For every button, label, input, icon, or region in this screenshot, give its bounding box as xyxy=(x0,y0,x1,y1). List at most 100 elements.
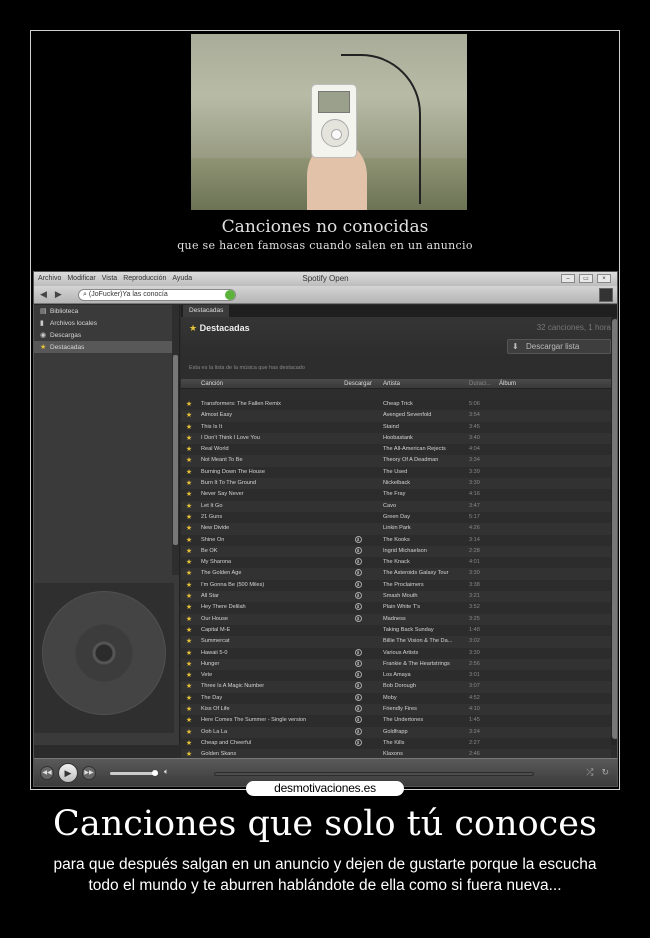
table-row[interactable]: ★ Kiss Of Life ⬇ Friendly Fires 4:10 xyxy=(181,704,611,716)
track-download[interactable] xyxy=(337,489,379,500)
search-input[interactable]: ⌕ (JoFucker)Ya las conocía xyxy=(78,289,236,301)
track-download[interactable] xyxy=(337,625,379,636)
table-row[interactable]: ★ The Day ⬇ Moby 4:52 xyxy=(181,692,611,705)
track-download[interactable]: ⬇ xyxy=(337,727,379,738)
star-icon[interactable]: ★ xyxy=(181,625,197,636)
track-download[interactable]: ⬇ xyxy=(337,681,379,692)
track-artist[interactable]: Friendly Fires xyxy=(379,704,465,715)
track-artist[interactable]: Madness xyxy=(379,614,465,625)
table-row[interactable]: ★ Real World The All-American Rejects 4:04 xyxy=(181,444,611,456)
track-download[interactable]: ⬇ xyxy=(337,580,379,591)
table-row[interactable]: ★ Transformers: The Fallen Remix Cheap Tri… xyxy=(181,399,611,411)
table-row[interactable]: ★ Hey There Delilah ⬇ Plain White T's 3:52 xyxy=(181,602,611,614)
star-icon[interactable]: ★ xyxy=(181,670,197,681)
track-artist[interactable]: Frankie & The Heartstrings xyxy=(379,659,465,670)
track-download[interactable] xyxy=(337,433,379,444)
star-icon[interactable]: ★ xyxy=(181,659,197,670)
table-row[interactable]: ★ Hawaii 5-0 ⬇ Various Artists 3:30 xyxy=(181,647,611,659)
volume-slider[interactable] xyxy=(110,770,158,776)
track-download[interactable]: ⬇ xyxy=(337,591,379,602)
next-icon[interactable]: ▶▶ xyxy=(82,766,96,780)
table-row[interactable]: ★ I Don't Think I Love You Hoobastank 3:40 xyxy=(181,432,611,445)
star-icon[interactable]: ★ xyxy=(181,727,197,738)
track-artist[interactable]: Linkin Park xyxy=(379,523,465,534)
track-download[interactable]: ⬇ xyxy=(337,568,379,579)
progress-bar[interactable] xyxy=(214,772,534,776)
table-row[interactable]: ★ Shine On ⬇ The Kooks 3:14 xyxy=(181,534,611,546)
table-row[interactable]: ★ Cheap and Cheerful ⬇ The Kills 2:27 xyxy=(181,737,611,750)
tracklist-scroll-thumb[interactable] xyxy=(612,319,617,739)
track-download[interactable] xyxy=(337,467,379,478)
sidebar-item-destacadas[interactable]: ★ Destacadas xyxy=(34,341,179,353)
star-icon[interactable]: ★ xyxy=(181,455,197,466)
table-row[interactable]: ★ Be OK ⬇ Ingrid Michaelson 2:28 xyxy=(181,545,611,558)
track-artist[interactable]: The Fray xyxy=(379,489,465,500)
track-download[interactable] xyxy=(337,478,379,489)
track-artist[interactable]: The Knack xyxy=(379,557,465,568)
track-artist[interactable]: Moby xyxy=(379,693,465,704)
track-download[interactable] xyxy=(337,523,379,534)
table-row[interactable]: ★ All Star ⬇ Smash Mouth 3:21 xyxy=(181,591,611,603)
star-icon[interactable]: ★ xyxy=(181,433,197,444)
track-artist[interactable]: Theory Of A Deadman xyxy=(379,455,465,466)
track-artist[interactable]: Plain White T's xyxy=(379,602,465,613)
track-download[interactable]: ⬇ xyxy=(337,614,379,625)
track-artist[interactable]: Staind xyxy=(379,422,465,433)
download-list-button[interactable]: Descargar lista xyxy=(507,339,611,354)
sidebar-item-archivos-locales[interactable]: ▮ Archivos locales xyxy=(34,317,179,329)
column-artista[interactable]: Artista xyxy=(379,379,465,388)
table-row[interactable]: ★ New Divide Linkin Park 4:26 xyxy=(181,523,611,535)
track-artist[interactable]: Billie The Vision & The Da... xyxy=(379,636,465,647)
track-download[interactable] xyxy=(337,399,379,410)
track-artist[interactable]: Cheap Trick xyxy=(379,399,465,410)
star-icon[interactable]: ★ xyxy=(181,648,197,659)
table-row[interactable]: ★ Almost Easy Avenged Sevenfold 3:54 xyxy=(181,410,611,422)
sidebar-scrollbar[interactable] xyxy=(172,305,179,575)
track-artist[interactable]: The All-American Rejects xyxy=(379,444,465,455)
track-artist[interactable]: The Kooks xyxy=(379,535,465,546)
track-artist[interactable]: Los Amaya xyxy=(379,670,465,681)
track-download[interactable] xyxy=(337,636,379,647)
table-row[interactable]: ★ Capital M-E Taking Back Sunday 1:48 xyxy=(181,624,611,637)
track-download[interactable]: ⬇ xyxy=(337,659,379,670)
star-icon[interactable]: ★ xyxy=(181,467,197,478)
shuffle-icon[interactable]: ⤮ xyxy=(586,767,593,778)
track-download[interactable]: ⬇ xyxy=(337,738,379,749)
track-artist[interactable]: The Kills xyxy=(379,738,465,749)
star-icon[interactable]: ★ xyxy=(181,580,197,591)
star-icon[interactable]: ★ xyxy=(181,523,197,534)
track-download[interactable]: ⬇ xyxy=(337,557,379,568)
track-artist[interactable]: Green Day xyxy=(379,512,465,523)
track-artist[interactable]: Ingrid Michaelson xyxy=(379,546,465,557)
track-download[interactable] xyxy=(337,410,379,421)
track-artist[interactable]: The Used xyxy=(379,467,465,478)
star-icon[interactable]: ★ xyxy=(181,715,197,726)
star-icon[interactable]: ★ xyxy=(181,478,197,489)
track-download[interactable]: ⬇ xyxy=(337,602,379,613)
track-download[interactable] xyxy=(337,512,379,523)
track-artist[interactable]: The Undertones xyxy=(379,715,465,726)
forward-arrow-icon[interactable]: ▶ xyxy=(55,289,62,300)
track-artist[interactable]: Taking Back Sunday xyxy=(379,625,465,636)
star-icon[interactable]: ★ xyxy=(181,410,197,421)
star-icon[interactable]: ★ xyxy=(181,614,197,625)
table-row[interactable]: ★ Three Is A Magic Number ⬇ Bob Dorough 3:07 xyxy=(181,681,611,693)
table-row[interactable]: ★ Hunger ⬇ Frankie & The Heartstrings 2:56 xyxy=(181,658,611,671)
track-download[interactable]: ⬇ xyxy=(337,670,379,681)
track-artist[interactable]: The Proclaimers xyxy=(379,580,465,591)
star-icon[interactable]: ★ xyxy=(181,602,197,613)
table-row[interactable]: ★ Summercat Billie The Vision & The Da... 3… xyxy=(181,636,611,648)
table-row[interactable]: ★ Let It Go Cavo 3:47 xyxy=(181,500,611,512)
star-icon[interactable]: ★ xyxy=(181,489,197,500)
table-row[interactable]: ★ Here Comes The Summer - Single version ⬇… xyxy=(181,715,611,727)
star-icon[interactable]: ★ xyxy=(181,568,197,579)
table-row[interactable]: ★ Not Meant To Be Theory Of A Deadman 3:34 xyxy=(181,455,611,467)
star-icon[interactable]: ★ xyxy=(181,501,197,512)
track-artist[interactable]: Goldfrapp xyxy=(379,727,465,738)
star-icon[interactable]: ★ xyxy=(181,535,197,546)
table-row[interactable]: ★ Vete ⬇ Los Amaya 3:01 xyxy=(181,670,611,682)
table-row[interactable]: ★ 21 Guns Green Day 5:17 xyxy=(181,511,611,524)
table-row[interactable]: ★ Burn It To The Ground Nickelback 3:30 xyxy=(181,478,611,490)
star-icon[interactable]: ★ xyxy=(181,512,197,523)
track-artist[interactable]: Cavo xyxy=(379,501,465,512)
